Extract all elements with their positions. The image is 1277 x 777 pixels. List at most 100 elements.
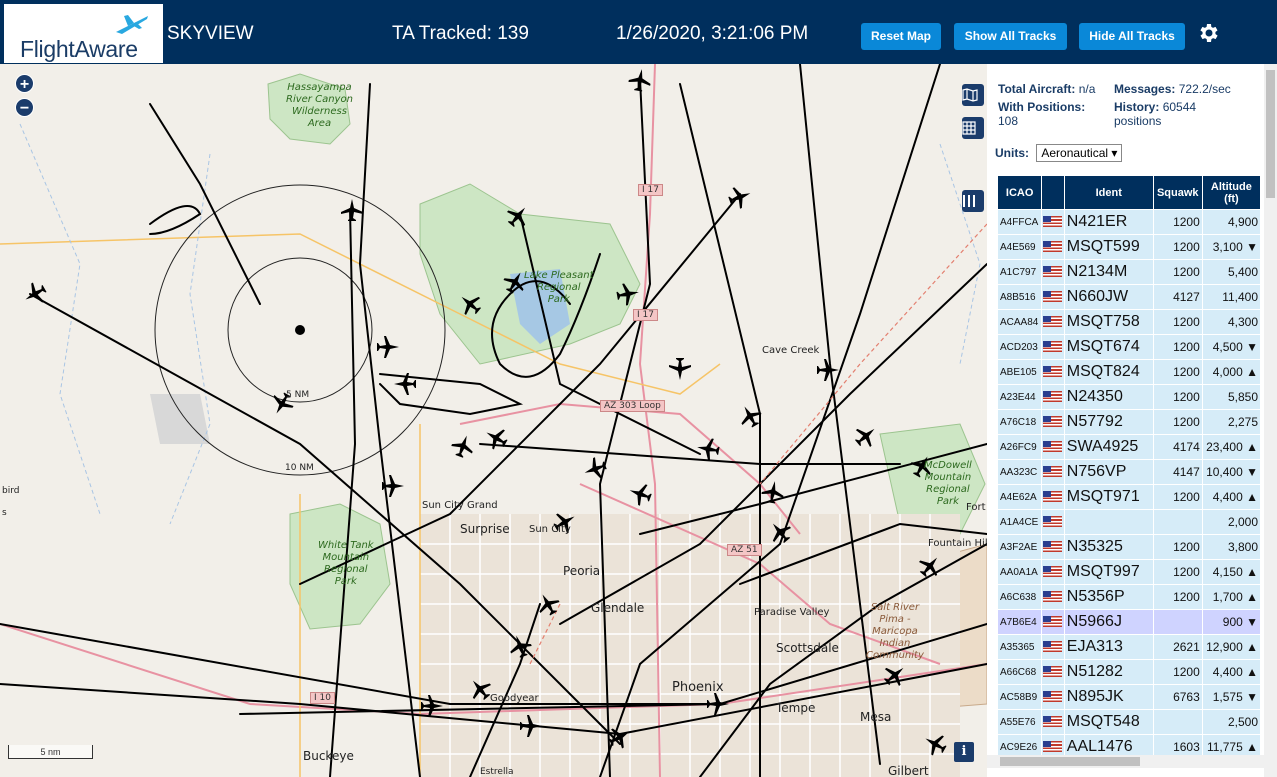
scrollbar-thumb[interactable]: [1000, 757, 1140, 766]
city-label: Cave Creek: [762, 345, 820, 356]
squawk-cell: [1152, 509, 1203, 535]
ident-cell: EJA313: [1063, 634, 1154, 660]
city-label: Fort: [966, 502, 986, 513]
altitude-cell: 12,900 ▲: [1201, 634, 1262, 660]
hide-all-tracks-button[interactable]: Hide All Tracks: [1079, 23, 1185, 50]
range-ring-label: 10 NM: [285, 463, 314, 473]
us-flag-icon: [1043, 291, 1063, 303]
us-flag-icon: [1043, 491, 1063, 503]
squawk-cell: 4147: [1152, 459, 1203, 485]
ident-cell: N756VP: [1063, 459, 1154, 485]
park-label-line: Park: [547, 294, 570, 305]
icao-cell: A76C18: [996, 409, 1043, 435]
us-flag-icon: [1043, 391, 1063, 403]
altitude-cell: 5,400: [1201, 259, 1262, 285]
total-aircraft-stat: Total Aircraft: n/a: [998, 82, 1095, 96]
us-flag-icon: [1043, 541, 1063, 553]
altitude-cell: 4,150 ▲: [1201, 559, 1262, 585]
table-row[interactable]: A7B6E4 N5966J 900 ▼: [996, 609, 1262, 635]
flag-cell: [1041, 534, 1065, 560]
table-row[interactable]: A4E569 MSQT599 1200 3,100 ▼: [996, 234, 1262, 260]
column-header-ident[interactable]: Ident: [1063, 175, 1154, 210]
table-row[interactable]: A35365 EJA313 2621 12,900 ▲: [996, 634, 1262, 660]
columns-icon[interactable]: [962, 190, 984, 212]
table-row[interactable]: A4FFCA N421ER 1200 4,900: [996, 209, 1262, 235]
icao-cell: A7B6E4: [996, 609, 1043, 635]
park-label-white-tank: White Tank Mountain Regional Park: [318, 540, 374, 588]
column-header-altitude[interactable]: Altitude (ft): [1201, 175, 1262, 210]
table-row[interactable]: ABE105 MSQT824 1200 4,000 ▲: [996, 359, 1262, 385]
table-row[interactable]: A8B516 N660JW 4127 11,400: [996, 284, 1262, 310]
show-all-tracks-button[interactable]: Show All Tracks: [954, 23, 1067, 50]
map-layers-icon[interactable]: [962, 84, 984, 106]
info-icon[interactable]: i: [954, 742, 974, 762]
us-flag-icon: [1043, 741, 1063, 753]
map-canvas[interactable]: [0, 64, 987, 777]
table-row[interactable]: A26FC9 SWA4925 4174 23,400 ▲: [996, 434, 1262, 460]
column-header-squawk[interactable]: Squawk: [1152, 175, 1203, 210]
table-row[interactable]: ACD203 MSQT674 1200 4,500 ▼: [996, 334, 1262, 360]
us-flag-icon: [1043, 216, 1063, 228]
table-row[interactable]: A76C18 N57792 1200 2,275: [996, 409, 1262, 435]
flightaware-logo[interactable]: FlightAware: [4, 4, 163, 63]
table-row[interactable]: A1A4CE 2,000: [996, 509, 1262, 535]
table-row[interactable]: AA0A1A MSQT997 1200 4,150 ▲: [996, 559, 1262, 585]
table-row[interactable]: A3F2AE N35325 1200 3,800: [996, 534, 1262, 560]
table-row[interactable]: A23E44 N24350 1200 5,850: [996, 384, 1262, 410]
park-label-line: Regional: [323, 564, 368, 575]
altitude-cell: 11,400: [1201, 284, 1262, 310]
altitude-header-line1: Altitude: [1210, 180, 1252, 193]
map-view[interactable]: Hassayampa River Canyon Wilderness Area …: [0, 64, 987, 777]
flag-cell: [1041, 334, 1065, 360]
grid-icon[interactable]: [962, 117, 984, 139]
icao-cell: A35365: [996, 634, 1043, 660]
squawk-cell: 4174: [1152, 434, 1203, 460]
flag-cell: [1041, 634, 1065, 660]
table-row[interactable]: A1C797 N2134M 1200 5,400: [996, 259, 1262, 285]
vertical-scrollbar[interactable]: [1264, 64, 1277, 777]
table-row[interactable]: A55E76 MSQT548 2,500: [996, 709, 1262, 735]
app-title: SKYVIEW: [167, 23, 254, 44]
units-select[interactable]: Aeronautical ▾: [1036, 144, 1123, 162]
table-row[interactable]: ACAA84 MSQT758 1200 4,300: [996, 309, 1262, 335]
altitude-cell: 1,575 ▼: [1201, 684, 1262, 710]
us-flag-icon: [1043, 666, 1063, 678]
table-row[interactable]: A4E62A MSQT971 1200 4,400 ▲: [996, 484, 1262, 510]
table-row[interactable]: A66C68 N51282 1200 4,400 ▲: [996, 659, 1262, 685]
reset-map-button[interactable]: Reset Map: [861, 23, 941, 50]
ident-cell: [1063, 509, 1154, 535]
horizontal-scrollbar[interactable]: [987, 755, 1264, 768]
altitude-cell: 900 ▼: [1201, 609, 1262, 635]
gear-icon[interactable]: [1196, 21, 1220, 45]
icao-cell: AA0A1A: [996, 559, 1043, 585]
us-flag-icon: [1043, 241, 1063, 253]
scrollbar-thumb[interactable]: [1266, 70, 1275, 198]
ident-cell: MSQT599: [1063, 234, 1154, 260]
column-header-flag[interactable]: [1041, 175, 1065, 210]
squawk-cell: [1152, 709, 1203, 735]
stat-unit: positions: [1114, 114, 1162, 128]
aircraft-table: ICAO Ident Squawk Altitude (ft) A4FFCA N4…: [996, 175, 1262, 760]
table-row[interactable]: A6C638 N5356P 1200 1,700 ▲: [996, 584, 1262, 610]
city-label: Scottsdale: [776, 641, 839, 655]
altitude-cell: 4,400 ▲: [1201, 484, 1262, 510]
zoom-in-button[interactable]: +: [15, 74, 34, 93]
park-label-line: Hassayampa: [287, 82, 352, 93]
squawk-cell: 6763: [1152, 684, 1203, 710]
park-label-mcdowell: McDowell Mountain Regional Park: [924, 460, 972, 508]
city-label: Fountain Hills: [928, 538, 987, 549]
park-label-line: River Canyon: [286, 94, 353, 105]
ident-cell: N660JW: [1063, 284, 1154, 310]
us-flag-icon: [1043, 466, 1063, 478]
park-label-lake-pleasant: Lake Pleasant Regional Park: [524, 270, 594, 306]
stat-value: n/a: [1078, 82, 1096, 96]
altitude-cell: 2,275: [1201, 409, 1262, 435]
table-row[interactable]: AC58B9 N895JK 6763 1,575 ▼: [996, 684, 1262, 710]
zoom-out-button[interactable]: −: [15, 98, 34, 117]
top-header: FlightAware SKYVIEW TA Tracked: 139 1/26…: [0, 0, 1277, 64]
icao-cell: A3F2AE: [996, 534, 1043, 560]
range-ring-label: 5 NM: [286, 390, 310, 400]
table-row[interactable]: AA323C N756VP 4147 10,400 ▼: [996, 459, 1262, 485]
units-label: Units:: [995, 146, 1029, 160]
column-header-icao[interactable]: ICAO: [996, 175, 1043, 210]
